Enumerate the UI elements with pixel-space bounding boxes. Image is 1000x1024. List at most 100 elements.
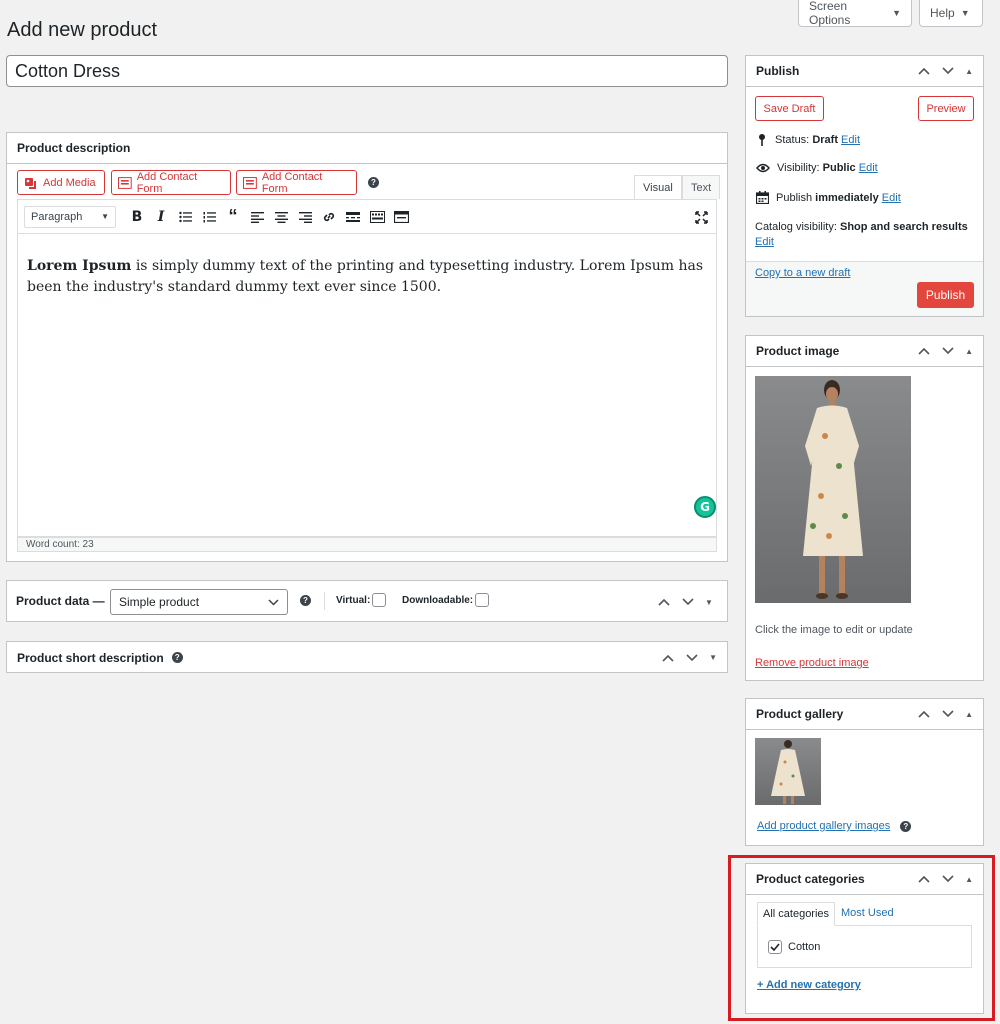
product-image-header: Product image ▲	[746, 336, 983, 367]
eye-icon	[756, 163, 770, 173]
help-icon[interactable]: ?	[900, 820, 912, 832]
product-type-select[interactable]: Simple product	[110, 589, 288, 615]
visibility-label: Visibility:	[777, 162, 820, 174]
catalog-visibility-value: Shop and search results	[839, 221, 968, 233]
chevron-up-icon[interactable]	[661, 651, 675, 665]
preview-button[interactable]: Preview	[918, 96, 974, 121]
remove-product-image-link[interactable]: Remove product image	[755, 657, 869, 669]
chevron-up-icon[interactable]	[917, 344, 931, 358]
pin-icon	[759, 134, 765, 146]
toggle-arrow-icon[interactable]: ▲	[965, 347, 973, 356]
chevron-down-icon[interactable]	[941, 64, 955, 78]
product-image-controls: ▲	[917, 344, 973, 358]
gallery-thumbnail[interactable]	[755, 738, 821, 805]
downloadable-label: Downloadable:	[402, 595, 474, 606]
help-button[interactable]: Help ▼	[919, 0, 983, 27]
blockquote-icon[interactable]: “	[222, 206, 244, 228]
numbered-list-icon[interactable]	[198, 206, 220, 228]
chevron-down-icon[interactable]	[681, 595, 695, 609]
copy-to-draft-link[interactable]: Copy to a new draft	[755, 267, 850, 279]
format-select-value: Paragraph	[31, 210, 83, 223]
status-label: Status:	[775, 133, 810, 146]
add-media-button[interactable]: Add Media	[17, 170, 105, 195]
catalog-visibility-row: Catalog visibility: Shop and search resu…	[755, 220, 977, 250]
chevron-up-icon[interactable]	[657, 595, 671, 609]
product-data-controls: ▼	[657, 595, 713, 609]
toggle-arrow-icon[interactable]: ▲	[965, 710, 973, 719]
chevron-down-icon[interactable]	[685, 651, 699, 665]
status-edit-link[interactable]: Edit	[841, 134, 860, 146]
product-gallery-controls: ▲	[917, 707, 973, 721]
chevron-down-icon[interactable]	[941, 707, 955, 721]
caret-down-icon: ▼	[101, 212, 109, 221]
toggle-arrow-icon[interactable]: ▼	[709, 653, 717, 662]
format-select[interactable]: Paragraph ▼	[24, 205, 116, 228]
chevron-down-icon[interactable]	[941, 344, 955, 358]
product-type-value: Simple product	[119, 595, 200, 609]
publish-date-label: Publish	[776, 191, 813, 204]
chevron-up-icon[interactable]	[917, 707, 931, 721]
link-icon[interactable]	[318, 206, 340, 228]
screen-options-label: Screen Options	[809, 0, 851, 27]
add-media-label: Add Media	[43, 176, 96, 189]
italic-icon[interactable]: I	[150, 206, 172, 228]
status-row: Status: Draft Edit	[756, 133, 860, 146]
short-description-controls: ▼	[661, 651, 717, 665]
add-gallery-row: Add product gallery images ?	[757, 820, 912, 832]
product-description-header: Product description	[7, 133, 727, 164]
bold-icon[interactable]: B	[126, 206, 148, 228]
tab-all-categories[interactable]: All categories	[757, 902, 836, 926]
catalog-visibility-edit-link[interactable]: Edit	[755, 236, 774, 248]
align-center-icon[interactable]	[270, 206, 292, 228]
toggle-arrow-icon[interactable]: ▲	[965, 67, 973, 76]
product-image-title: Product image	[756, 344, 840, 358]
chevron-up-icon[interactable]	[917, 64, 931, 78]
divider	[324, 592, 325, 610]
form-insert-icon[interactable]	[390, 206, 412, 228]
fullscreen-icon[interactable]	[690, 206, 712, 228]
tab-visual[interactable]: Visual	[634, 175, 682, 199]
visibility-row: Visibility: Public Edit	[756, 162, 878, 174]
align-left-icon[interactable]	[246, 206, 268, 228]
visibility-edit-link[interactable]: Edit	[859, 162, 878, 174]
short-description-box: Product short description ? ▼	[6, 641, 728, 673]
product-image[interactable]	[755, 376, 911, 603]
toolbar-toggle-icon[interactable]	[366, 206, 388, 228]
align-right-icon[interactable]	[294, 206, 316, 228]
content-bold-text: Lorem Ipsum	[27, 258, 132, 274]
short-description-header[interactable]: Product short description ? ▼	[7, 642, 727, 673]
add-gallery-images-link[interactable]: Add product gallery images	[757, 820, 890, 832]
page-title: Add new product	[7, 19, 158, 41]
gallery-dress-image	[771, 740, 805, 804]
help-icon[interactable]: ?	[171, 652, 183, 663]
publish-button[interactable]: Publish	[917, 282, 974, 308]
product-gallery-title: Product gallery	[756, 707, 844, 721]
form-icon	[243, 176, 257, 189]
virtual-checkbox[interactable]	[372, 593, 386, 607]
word-count: Word count: 23	[17, 537, 717, 552]
add-contact-form-button-1[interactable]: Add Contact Form	[111, 170, 231, 195]
image-caption: Click the image to edit or update	[755, 624, 913, 636]
grammarly-icon[interactable]: G	[694, 496, 716, 518]
toggle-arrow-icon[interactable]: ▼	[705, 598, 713, 607]
help-icon[interactable]: ?	[300, 595, 311, 606]
screen-options-button[interactable]: Screen Options ▼	[798, 0, 912, 27]
editor-content[interactable]: Lorem Ipsum is simply dummy text of the …	[17, 234, 717, 537]
publish-date-row: Publish immediately Edit	[756, 191, 901, 204]
help-icon[interactable]: ?	[368, 177, 379, 188]
product-description-title: Product description	[17, 141, 131, 155]
caret-down-icon: ▼	[892, 8, 901, 18]
add-contact-form-label: Add Contact Form	[261, 170, 323, 195]
bulleted-list-icon[interactable]	[174, 206, 196, 228]
product-title-input[interactable]: Cotton Dress	[6, 55, 728, 87]
tab-text[interactable]: Text	[682, 175, 721, 199]
help-label: Help	[930, 6, 955, 20]
publish-date-edit-link[interactable]: Edit	[882, 192, 901, 204]
caret-down-icon: ▼	[960, 8, 970, 18]
save-draft-button[interactable]: Save Draft	[755, 96, 824, 121]
product-data-label: Product data —	[16, 594, 105, 608]
publish-date-value: immediately	[815, 191, 879, 204]
read-more-icon[interactable]	[342, 206, 364, 228]
add-contact-form-button-2[interactable]: Add Contact Form	[236, 170, 357, 195]
downloadable-checkbox[interactable]	[475, 593, 489, 607]
